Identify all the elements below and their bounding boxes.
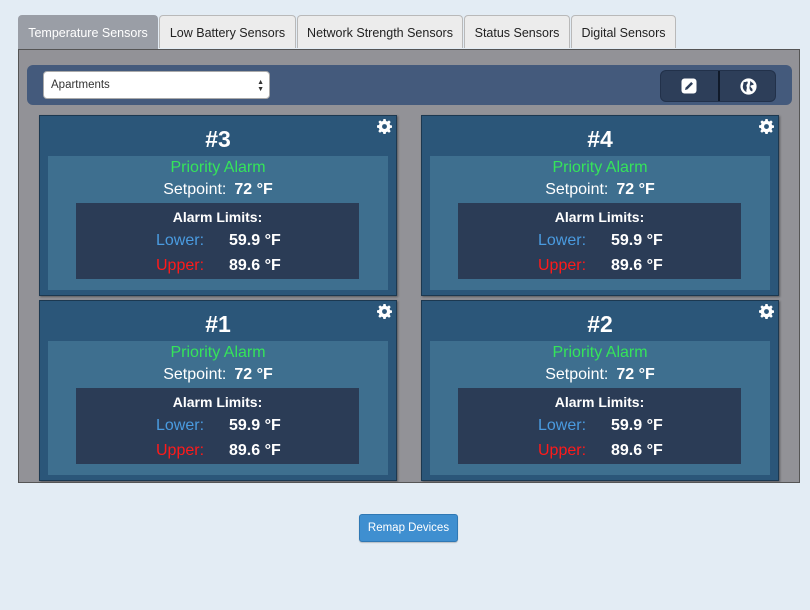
lower-label: Lower: [538,232,587,249]
alarm-limits: Alarm Limits: Lower: 59.9 °F Upper: 89.6 °… [76,203,359,279]
alarm-limits: Alarm Limits: Lower: 59.9 °F Upper: 89.6 °… [76,388,359,464]
setpoint: Setpoint: 72 °F [48,366,388,384]
remap-devices-button[interactable]: Remap Devices [359,514,458,542]
upper-value: 89.6 °F [611,257,663,274]
location-select-value: Apartments [51,79,110,91]
upper-value: 89.6 °F [229,257,281,274]
alarm-limits-title: Alarm Limits: [554,394,645,410]
sensor-card[interactable]: #3 Priority Alarm Setpoint: 72 °F Alarm L… [39,115,397,296]
lower-value: 59.9 °F [611,417,663,434]
setpoint-label: Setpoint: [163,366,227,383]
setpoint-label: Setpoint: [545,181,609,198]
lower-label: Lower: [156,417,205,434]
setpoint: Setpoint: 72 °F [48,181,388,199]
tab-temperature-sensors[interactable]: Temperature Sensors [18,15,158,50]
tab-digital-sensors[interactable]: Digital Sensors [571,15,676,48]
sensor-number: #3 [205,126,231,152]
alarm-limits-title: Alarm Limits: [554,209,645,225]
setpoint-label: Setpoint: [545,366,609,383]
sensors-grid: #3 Priority Alarm Setpoint: 72 °F Alarm L… [19,114,799,482]
lower-value: 59.9 °F [229,232,281,249]
sensor-card[interactable]: #1 Priority Alarm Setpoint: 72 °F Alarm L… [39,300,397,481]
sensor-status: Priority Alarm [552,344,648,361]
edit-button[interactable] [661,71,717,101]
view-button-group [661,71,775,101]
lower-label: Lower: [538,417,587,434]
sensor-number: #1 [205,311,231,337]
tab-network-strength-sensors[interactable]: Network Strength Sensors [297,15,463,48]
upper-value: 89.6 °F [611,442,663,459]
lower-label: Lower: [156,232,205,249]
upper-label: Upper: [156,442,205,459]
sensor-details: Priority Alarm Setpoint: 72 °F Alarm Limi… [430,341,770,475]
sensor-details: Priority Alarm Setpoint: 72 °F Alarm Limi… [48,156,388,290]
sensor-status: Priority Alarm [170,344,266,361]
upper-value: 89.6 °F [229,442,281,459]
tab-low-battery-sensors[interactable]: Low Battery Sensors [159,15,296,48]
pencil-icon [681,78,697,94]
select-arrows-icon: ▲ ▼ [257,79,264,93]
setpoint-value: 72 °F [234,366,273,383]
setpoint-value: 72 °F [616,181,655,198]
sensor-number: #2 [587,311,613,337]
lower-value: 59.9 °F [229,417,281,434]
alarm-limits: Alarm Limits: Lower: 59.9 °F Upper: 89.6 °… [458,203,741,279]
lower-value: 59.9 °F [611,232,663,249]
sensor-status: Priority Alarm [170,159,266,176]
setpoint: Setpoint: 72 °F [430,366,770,384]
map-button[interactable] [718,71,776,101]
upper-label: Upper: [538,442,587,459]
globe-icon [739,77,757,95]
sensor-status: Priority Alarm [552,159,648,176]
setpoint-value: 72 °F [234,181,273,198]
alarm-limits-title: Alarm Limits: [172,209,263,225]
alarm-limits-title: Alarm Limits: [172,394,263,410]
tab-status-sensors[interactable]: Status Sensors [464,15,570,48]
setpoint-label: Setpoint: [163,181,227,198]
setpoint: Setpoint: 72 °F [430,181,770,199]
location-select[interactable]: Apartments ▲ ▼ [43,71,270,99]
sensors-panel: Apartments ▲ ▼ #3 Priority Alarm Setpoin… [18,49,800,483]
upper-label: Upper: [156,257,205,274]
sensor-details: Priority Alarm Setpoint: 72 °F Alarm Limi… [48,341,388,475]
sensor-number: #4 [587,126,613,152]
toolbar: Apartments ▲ ▼ [27,65,792,105]
sensor-card[interactable]: #4 Priority Alarm Setpoint: 72 °F Alarm L… [421,115,779,296]
sensor-details: Priority Alarm Setpoint: 72 °F Alarm Limi… [430,156,770,290]
alarm-limits: Alarm Limits: Lower: 59.9 °F Upper: 89.6 °… [458,388,741,464]
upper-label: Upper: [538,257,587,274]
setpoint-value: 72 °F [616,366,655,383]
sensor-card[interactable]: #2 Priority Alarm Setpoint: 72 °F Alarm L… [421,300,779,481]
